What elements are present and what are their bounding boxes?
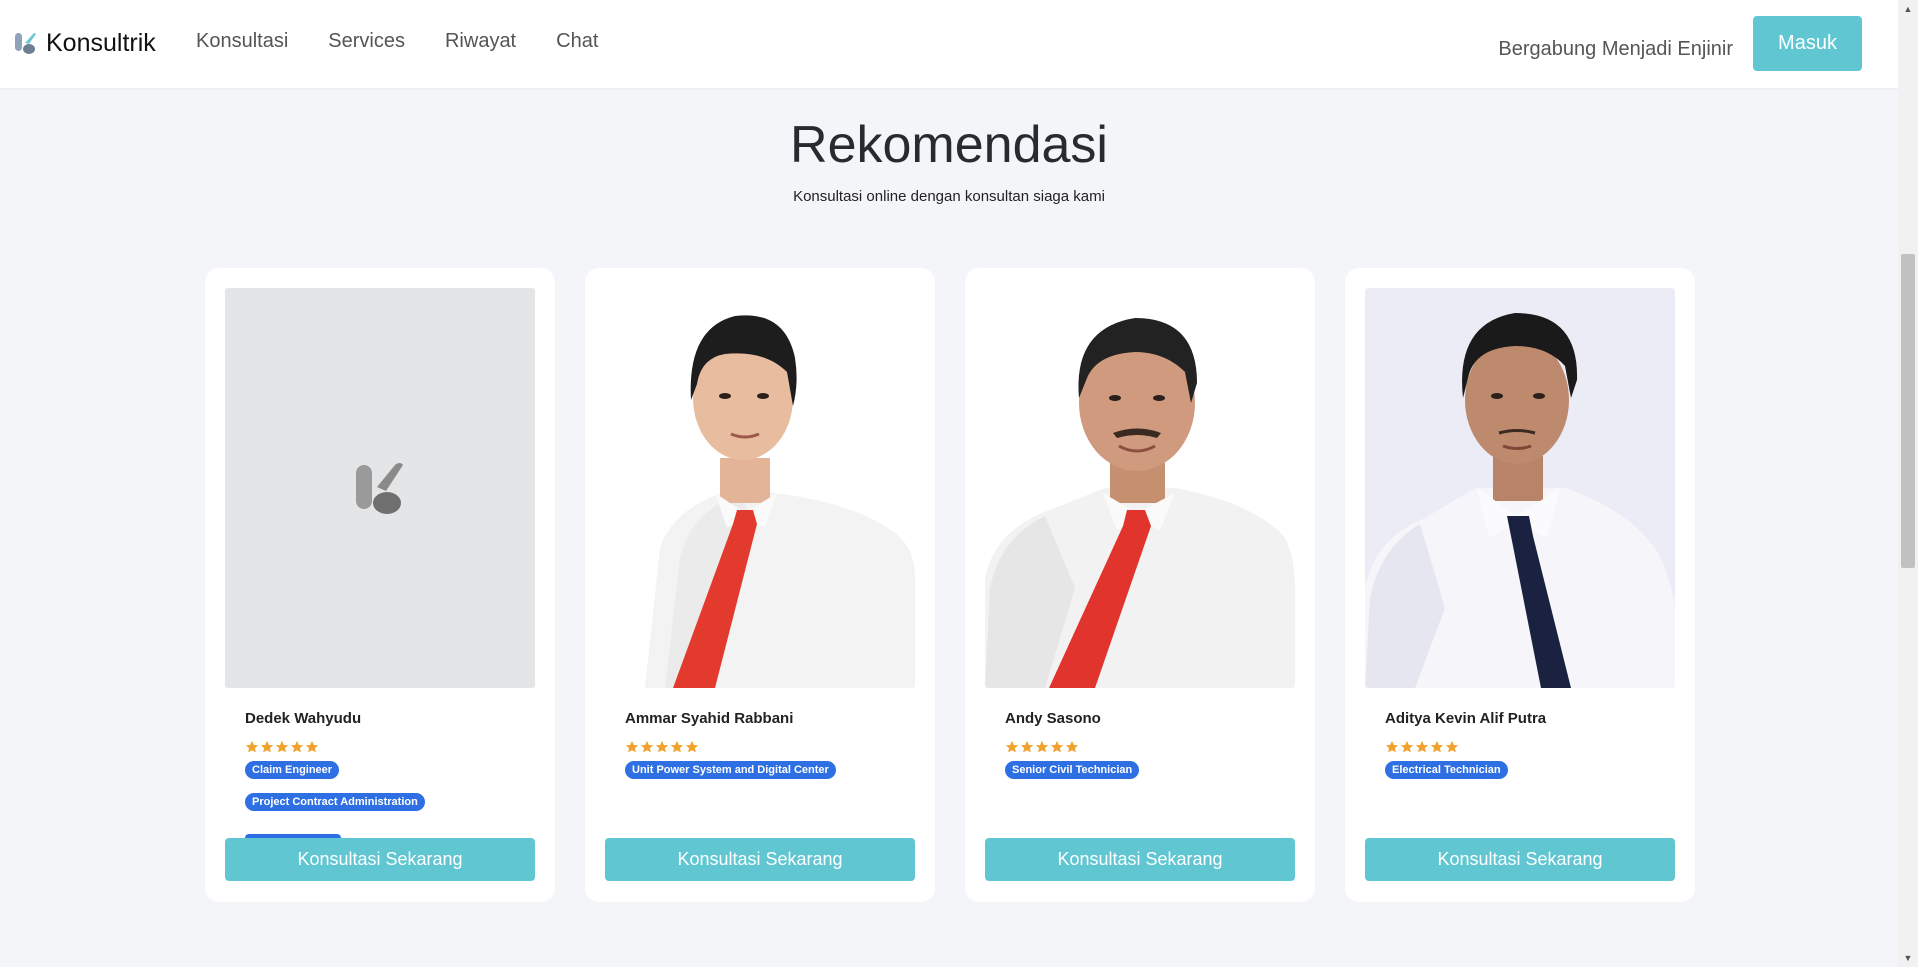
specialty-tag: Unit Power System and Digital Center xyxy=(625,761,836,779)
brand-name: Konsultrik xyxy=(46,28,156,57)
brand[interactable]: Konsultrik xyxy=(14,28,156,58)
star-icon xyxy=(1035,740,1049,753)
consult-now-button[interactable]: Konsultasi Sekarang xyxy=(1365,838,1675,881)
star-icon xyxy=(655,740,669,753)
rating-stars xyxy=(1005,740,1295,754)
star-icon xyxy=(685,740,699,753)
star-icon xyxy=(1050,740,1064,753)
card-body: Dedek Wahyudu Claim Engineer Project Con… xyxy=(245,710,535,824)
star-icon xyxy=(1430,740,1444,753)
specialty-tag: Claim Engineer xyxy=(245,761,340,779)
star-icon xyxy=(1065,740,1079,753)
rating-stars xyxy=(625,740,915,754)
consultant-name: Andy Sasono xyxy=(1005,710,1101,727)
section-title: Rekomendasi xyxy=(790,116,1108,174)
consultant-photo xyxy=(985,288,1295,688)
star-icon xyxy=(1400,740,1414,753)
app-root: Konsultrik Konsultasi Services Riwayat C… xyxy=(0,0,1918,967)
page-scrollbar[interactable]: ▲ ▼ xyxy=(1898,0,1918,967)
rating-stars xyxy=(245,740,535,754)
star-icon xyxy=(290,740,304,753)
card-body: Aditya Kevin Alif Putra Electrical Techn… xyxy=(1385,710,1675,792)
specialty-tags: Senior Civil Technician xyxy=(1005,760,1295,792)
specialty-tags: Electrical Technician xyxy=(1385,760,1675,792)
consultant-card[interactable]: Andy Sasono Senior Civil Technician Kons… xyxy=(965,268,1315,902)
nav-link-chat[interactable]: Chat xyxy=(556,30,598,53)
star-icon xyxy=(305,740,319,753)
consultant-name: Aditya Kevin Alif Putra xyxy=(1385,710,1547,727)
specialty-tags: Unit Power System and Digital Center xyxy=(625,760,915,792)
consultant-name: Dedek Wahyudu xyxy=(245,710,362,727)
star-icon xyxy=(1385,740,1399,753)
consult-now-button[interactable]: Konsultasi Sekarang xyxy=(985,838,1295,881)
star-icon xyxy=(1005,740,1019,753)
navbar: Konsultrik Konsultasi Services Riwayat C… xyxy=(0,0,1898,88)
specialty-tags: Claim Engineer Project Contract Administ… xyxy=(245,760,535,824)
nav-actions: Bergabung Menjadi Enjinir Masuk xyxy=(1498,16,1862,71)
consultant-photo-placeholder xyxy=(225,288,535,688)
consultant-photo xyxy=(605,288,915,688)
consultant-card[interactable]: Dedek Wahyudu Claim Engineer Project Con… xyxy=(205,268,555,902)
star-icon xyxy=(1415,740,1429,753)
star-icon xyxy=(245,740,259,753)
star-icon xyxy=(1445,740,1459,753)
rating-stars xyxy=(1385,740,1675,754)
star-icon xyxy=(260,740,274,753)
scroll-thumb[interactable] xyxy=(1901,254,1915,568)
specialty-tag: Electrical Technician xyxy=(1385,761,1508,779)
consult-now-button[interactable]: Konsultasi Sekarang xyxy=(225,838,535,881)
consultant-name: Ammar Syahid Rabbani xyxy=(625,710,794,727)
login-button[interactable]: Masuk xyxy=(1753,16,1862,71)
join-engineer-link[interactable]: Bergabung Menjadi Enjinir xyxy=(1498,38,1733,61)
star-icon xyxy=(275,740,289,753)
nav-link-konsultasi[interactable]: Konsultasi xyxy=(196,30,288,53)
nav-link-riwayat[interactable]: Riwayat xyxy=(445,30,516,53)
scroll-up-arrow-icon[interactable]: ▲ xyxy=(1898,0,1918,18)
consultant-card[interactable]: Aditya Kevin Alif Putra Electrical Techn… xyxy=(1345,268,1695,902)
nav-links: Konsultasi Services Riwayat Chat xyxy=(196,30,598,53)
star-icon xyxy=(625,740,639,753)
konsultrik-logo-icon xyxy=(15,33,36,54)
nav-link-services[interactable]: Services xyxy=(328,30,405,53)
consult-now-button[interactable]: Konsultasi Sekarang xyxy=(605,838,915,881)
section-subtitle: Konsultasi online dengan konsultan siaga… xyxy=(793,188,1105,205)
consultant-cards: Dedek Wahyudu Claim Engineer Project Con… xyxy=(205,268,1695,902)
star-icon xyxy=(670,740,684,753)
scroll-down-arrow-icon[interactable]: ▼ xyxy=(1898,949,1918,967)
specialty-tag: Project Contract Administration xyxy=(245,793,425,811)
card-body: Andy Sasono Senior Civil Technician xyxy=(1005,710,1295,792)
consultant-card[interactable]: Ammar Syahid Rabbani Unit Power System a… xyxy=(585,268,935,902)
card-body: Ammar Syahid Rabbani Unit Power System a… xyxy=(625,710,915,792)
consultant-photo xyxy=(1365,288,1675,688)
star-icon xyxy=(640,740,654,753)
specialty-tag: Senior Civil Technician xyxy=(1005,761,1140,779)
star-icon xyxy=(1020,740,1034,753)
